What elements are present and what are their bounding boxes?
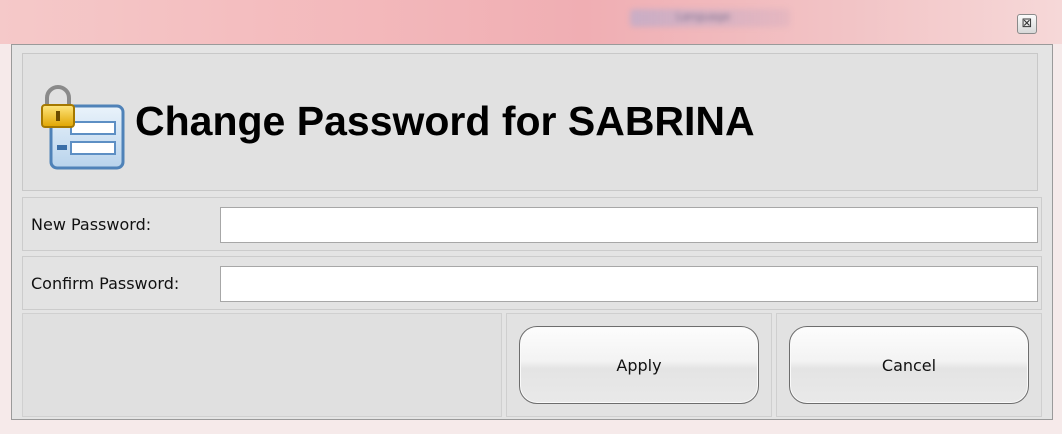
cancel-button-cell: Cancel <box>776 313 1042 417</box>
change-password-dialog: Change Password for SABRINA New Password… <box>11 44 1053 420</box>
new-password-row: New Password: <box>22 197 1042 251</box>
confirm-password-label: Confirm Password: <box>31 274 180 293</box>
background-window-tab: Language <box>630 9 790 27</box>
window-titlebar: Language ⊠ <box>0 0 1062 44</box>
new-password-field[interactable] <box>220 207 1038 243</box>
dialog-title: Change Password for SABRINA <box>135 98 755 144</box>
confirm-password-field[interactable] <box>220 266 1038 302</box>
new-password-label: New Password: <box>31 215 152 234</box>
cancel-button[interactable]: Cancel <box>789 326 1029 404</box>
apply-button[interactable]: Apply <box>519 326 759 404</box>
button-bar: Apply Cancel <box>22 313 1042 417</box>
close-icon[interactable]: ⊠ <box>1017 14 1037 34</box>
apply-button-cell: Apply <box>506 313 772 417</box>
background-tab-label: Language <box>676 10 731 23</box>
dialog-header: Change Password for SABRINA <box>22 53 1038 191</box>
confirm-password-row: Confirm Password: <box>22 256 1042 310</box>
lock-form-icon <box>41 85 125 170</box>
status-panel <box>22 313 502 417</box>
